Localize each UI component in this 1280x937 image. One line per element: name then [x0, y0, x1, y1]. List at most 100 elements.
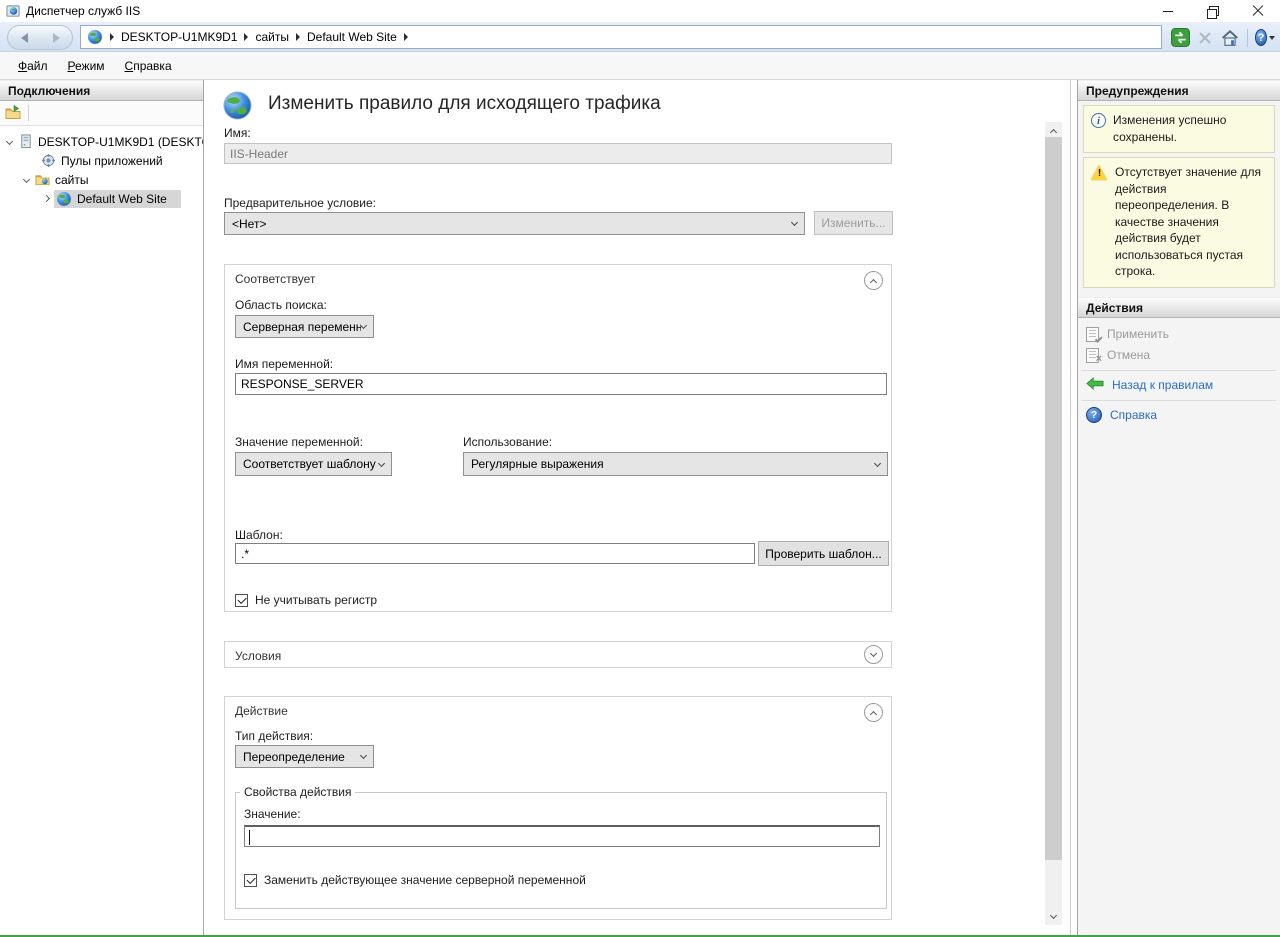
chevron-collapsed-icon[interactable]	[43, 195, 50, 202]
menu-help[interactable]: Справка	[117, 55, 184, 77]
toolbar-separator	[1247, 29, 1248, 47]
close-icon	[1252, 5, 1264, 17]
help-action[interactable]: ? Справка	[1078, 405, 1280, 426]
page-title: Изменить правило для исходящего трафика	[268, 93, 661, 115]
chevron-up-icon	[1050, 128, 1057, 135]
breadcrumb-sites[interactable]: сайты	[255, 30, 289, 44]
value-label: Значение:	[244, 807, 301, 821]
warnings-header: Предупреждения	[1078, 80, 1280, 101]
tree-item-default-web-site[interactable]: Default Web Site	[0, 189, 203, 208]
precondition-select[interactable]: <Нет>	[224, 212, 805, 235]
title-bar: Диспетчер служб IIS	[0, 0, 1280, 22]
breadcrumb-default-web-site[interactable]: Default Web Site	[307, 30, 397, 44]
actions-list: Применить × Отмена Назад к правилам ? Сп…	[1078, 318, 1280, 426]
warning-icon: !	[1091, 165, 1108, 180]
restore-icon	[1207, 6, 1218, 17]
chevron-down-icon	[870, 650, 877, 657]
tree-item-app-pools[interactable]: Пулы приложений	[0, 151, 203, 170]
save-connection-icon[interactable]	[5, 105, 21, 121]
info-icon: i	[1091, 113, 1106, 128]
breadcrumb-server[interactable]: DESKTOP-U1MK9D1	[121, 30, 237, 44]
ignore-case-checkbox[interactable]	[235, 594, 248, 607]
using-label: Использование:	[463, 435, 552, 449]
forward-nav-icon[interactable]	[53, 33, 60, 43]
connections-header: Подключения	[0, 80, 203, 101]
breadcrumb-arrow-icon	[244, 33, 248, 41]
stop-icon	[1195, 28, 1215, 48]
menu-view[interactable]: Режим	[60, 55, 117, 77]
tree-item-sites[interactable]: сайты	[0, 170, 203, 189]
connections-pane: Подключения DESKTOP-U1MK9D1 (DESKTOP	[0, 80, 204, 935]
variable-name-field[interactable]	[235, 373, 887, 395]
iis-manager-window: Диспетчер служб IIS DESKTOP-U1MK9D1 сайт…	[0, 0, 1280, 937]
chevron-down-icon	[378, 459, 385, 466]
replace-value-checkbox[interactable]	[244, 874, 257, 887]
cancel-icon: ×	[1086, 348, 1099, 363]
scroll-down-button[interactable]	[1045, 908, 1062, 925]
actions-separator	[1082, 370, 1276, 371]
variable-name-label: Имя переменной:	[235, 357, 333, 371]
value-field[interactable]	[244, 825, 880, 847]
back-nav-icon[interactable]	[21, 33, 28, 43]
chevron-up-icon	[870, 278, 877, 285]
collapse-section-button[interactable]	[864, 271, 883, 290]
warning-alert: ! Отсутствует значение для действия пере…	[1083, 157, 1275, 288]
tree-item-label: DESKTOP-U1MK9D1 (DESKTOP	[38, 135, 203, 149]
variable-value-select[interactable]: Соответствует шаблону	[235, 452, 392, 476]
name-label: Имя:	[224, 126, 251, 140]
menu-bar: Файл Режим Справка	[0, 52, 1280, 80]
breadcrumb-arrow-icon	[404, 33, 408, 41]
refresh-icon[interactable]	[1170, 28, 1190, 48]
action-properties-group: Свойства действия Значение: Заменить дей…	[235, 785, 887, 909]
iis-app-icon	[5, 3, 21, 19]
scrollbar-thumb[interactable]	[1045, 137, 1062, 860]
match-section: Соответствует Область поиска: Серверная …	[224, 264, 892, 612]
home-icon[interactable]	[1220, 28, 1240, 48]
collapse-section-button[interactable]	[864, 703, 883, 722]
info-alert-text: Изменения успешно сохранены.	[1113, 112, 1268, 145]
warning-alert-text: Отсутствует значение для действия переоп…	[1115, 164, 1268, 280]
chevron-expanded-icon[interactable]	[23, 176, 30, 183]
minimize-button[interactable]	[1145, 0, 1190, 22]
close-button[interactable]	[1235, 0, 1280, 22]
help-icon: ?	[1086, 407, 1102, 423]
chevron-down-icon	[1269, 36, 1275, 40]
connections-toolbar	[0, 101, 203, 126]
action-type-select[interactable]: Переопределение	[235, 745, 374, 768]
conditions-section: Условия	[224, 641, 892, 668]
actions-header: Действия	[1078, 297, 1280, 318]
pattern-field[interactable]	[235, 543, 755, 564]
replace-value-row: Заменить действующее значение серверной …	[244, 873, 586, 887]
chevron-expanded-icon[interactable]	[6, 138, 13, 145]
vertical-scrollbar[interactable]	[1045, 122, 1062, 925]
back-to-rules-action[interactable]: Назад к правилам	[1078, 375, 1280, 396]
site-globe-icon	[56, 191, 72, 207]
expand-section-button[interactable]	[864, 645, 883, 664]
navigation-buttons	[7, 25, 73, 50]
tree-item-server[interactable]: DESKTOP-U1MK9D1 (DESKTOP	[0, 132, 203, 151]
restore-button[interactable]	[1190, 0, 1235, 22]
action-properties-legend: Свойства действия	[240, 785, 355, 799]
breadcrumb[interactable]: DESKTOP-U1MK9D1 сайты Default Web Site	[80, 25, 1162, 49]
chevron-down-icon	[360, 752, 367, 759]
actions-separator	[1082, 400, 1276, 401]
apply-action: Применить	[1078, 324, 1280, 345]
chevron-down-icon	[360, 322, 367, 329]
scope-select[interactable]: Серверная переменн	[235, 315, 374, 338]
menu-file[interactable]: Файл	[10, 55, 60, 77]
chevron-down-icon	[791, 219, 798, 226]
replace-value-label: Заменить действующее значение серверной …	[264, 873, 586, 887]
sites-folder-icon	[34, 172, 50, 188]
actions-pane: Предупреждения i Изменения успешно сохра…	[1077, 80, 1280, 935]
ignore-case-label: Не учитывать регистр	[255, 593, 377, 607]
using-select[interactable]: Регулярные выражения	[463, 452, 888, 476]
ignore-case-row: Не учитывать регистр	[235, 593, 377, 607]
match-section-title: Соответствует	[235, 272, 315, 286]
page-globe-icon	[222, 90, 253, 124]
action-section-title: Действие	[235, 704, 288, 718]
connections-tree: DESKTOP-U1MK9D1 (DESKTOP Пулы приложений…	[0, 126, 203, 208]
test-pattern-button[interactable]: Проверить шаблон...	[758, 541, 889, 566]
help-icon[interactable]: ?	[1255, 28, 1275, 48]
chevron-down-icon	[1050, 911, 1057, 918]
action-type-label: Тип действия:	[235, 729, 313, 743]
